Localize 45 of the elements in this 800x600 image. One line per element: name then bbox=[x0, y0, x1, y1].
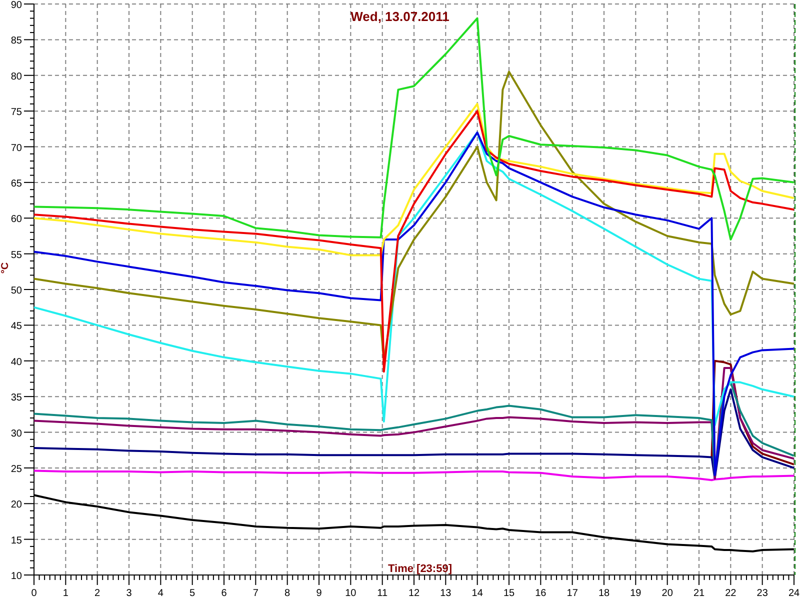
y-tick-label: 85 bbox=[10, 36, 22, 47]
y-tick-label: 75 bbox=[10, 107, 22, 118]
x-tick-label: 6 bbox=[221, 588, 227, 599]
x-tick-label: 17 bbox=[566, 588, 578, 599]
y-tick-label: 60 bbox=[10, 214, 22, 226]
y-tick-label: 25 bbox=[10, 464, 22, 475]
y-tick-label: 55 bbox=[10, 250, 22, 261]
y-tick-label: 35 bbox=[10, 392, 22, 404]
x-tick-label: 22 bbox=[725, 588, 736, 599]
x-tick-label: 13 bbox=[440, 588, 452, 599]
x-tick-label: 8 bbox=[284, 588, 290, 599]
y-tick-label: 45 bbox=[10, 321, 22, 332]
x-tick-label: 19 bbox=[630, 588, 642, 599]
y-tick-label: 40 bbox=[10, 356, 22, 368]
x-tick-label: 23 bbox=[756, 588, 768, 599]
chart-title: Wed, 13.07.2011 bbox=[350, 9, 450, 24]
x-axis-label: Time [23:59] bbox=[388, 563, 452, 575]
x-tick-label: 11 bbox=[377, 588, 388, 599]
x-tick-label: 18 bbox=[598, 588, 610, 599]
y-tick-label: 30 bbox=[10, 428, 22, 440]
x-tick-label: 16 bbox=[535, 588, 546, 599]
y-tick-label: 80 bbox=[10, 71, 22, 82]
x-tick-label: 4 bbox=[158, 588, 164, 599]
y-tick-label: 70 bbox=[10, 142, 22, 154]
y-tick-label: 20 bbox=[10, 500, 22, 511]
x-tick-label: 2 bbox=[94, 588, 100, 599]
x-tick-label: 7 bbox=[252, 588, 258, 599]
x-tick-label: 0 bbox=[31, 588, 37, 599]
y-tick-label: 65 bbox=[10, 178, 22, 190]
x-tick-label: 15 bbox=[503, 588, 515, 599]
x-tick-label: 14 bbox=[472, 588, 483, 599]
x-tick-label: 3 bbox=[126, 588, 132, 599]
x-tick-label: 20 bbox=[662, 588, 673, 599]
x-tick-label: 10 bbox=[345, 588, 356, 599]
x-tick-label: 24 bbox=[788, 588, 800, 599]
y-tick-label: 10 bbox=[10, 571, 22, 582]
x-tick-label: 9 bbox=[316, 588, 322, 599]
y-tick-label: 15 bbox=[10, 535, 22, 546]
y-axis-label: °C bbox=[0, 262, 11, 274]
x-tick-label: 5 bbox=[190, 588, 196, 599]
y-tick-label: 50 bbox=[10, 286, 22, 296]
x-tick-label: 21 bbox=[693, 588, 705, 599]
y-tick-label: 90 bbox=[10, 0, 22, 11]
x-tick-label: 12 bbox=[408, 588, 420, 599]
x-tick-label: 1 bbox=[62, 588, 68, 599]
